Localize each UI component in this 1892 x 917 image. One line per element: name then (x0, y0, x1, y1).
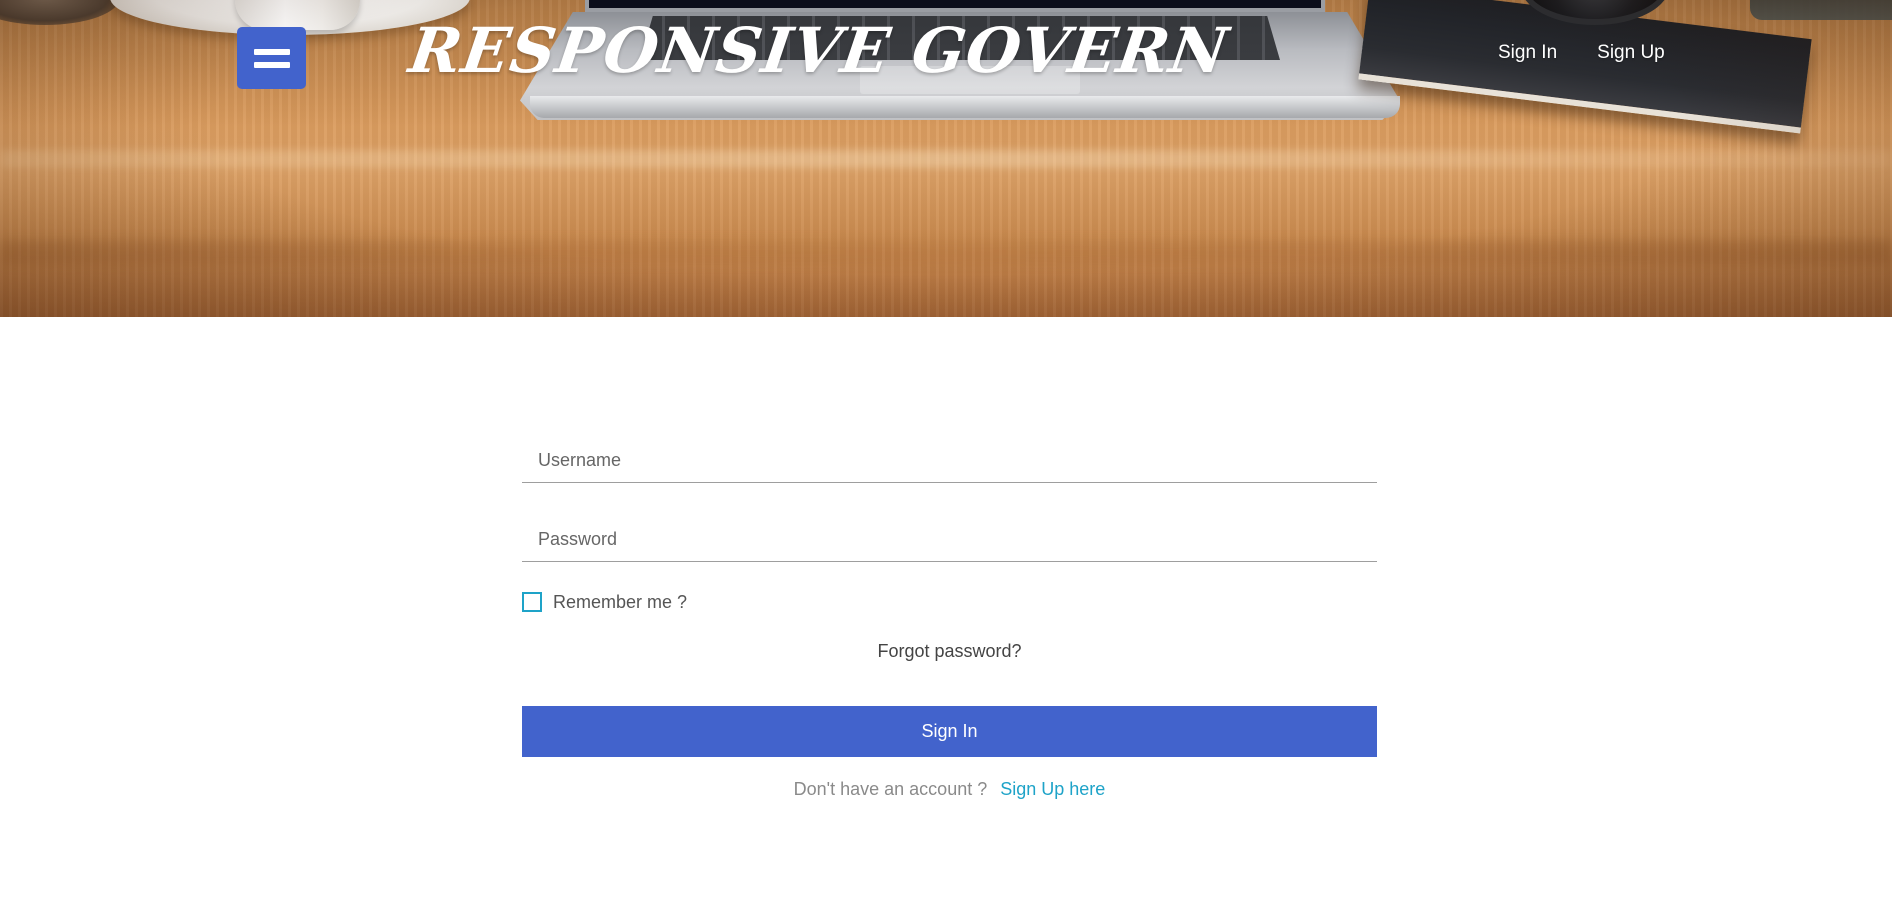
password-field-wrapper (522, 509, 1377, 562)
no-account-text: Don't have an account ? (793, 779, 988, 799)
sign-in-button[interactable]: Sign In (522, 706, 1377, 757)
username-input[interactable] (522, 430, 1377, 482)
signup-prompt: Don't have an account ? Sign Up here (522, 779, 1377, 800)
menu-button[interactable] (237, 27, 306, 89)
remember-me-checkbox[interactable] (522, 592, 542, 612)
forgot-password-link[interactable]: Forgot password? (877, 641, 1021, 661)
remember-me-row: Remember me ? (522, 590, 1377, 614)
hamburger-icon (253, 61, 290, 68)
password-input[interactable] (522, 509, 1377, 561)
forgot-password-row: Forgot password? (522, 641, 1377, 662)
top-navigation: Sign In Sign Up (1498, 42, 1665, 64)
remember-me-label[interactable]: Remember me ? (553, 592, 687, 613)
nav-sign-in-link[interactable]: Sign In (1498, 42, 1557, 64)
hero-header: RESPONSIVE GOVERN Sign In Sign Up (0, 0, 1892, 317)
hamburger-icon (253, 48, 290, 55)
site-title: RESPONSIVE GOVERN (404, 14, 1234, 87)
nav-sign-up-link[interactable]: Sign Up (1597, 42, 1665, 64)
sign-up-here-link[interactable]: Sign Up here (1000, 779, 1105, 799)
username-field-wrapper (522, 430, 1377, 483)
login-form: Remember me ? Forgot password? Sign In D… (522, 430, 1377, 800)
